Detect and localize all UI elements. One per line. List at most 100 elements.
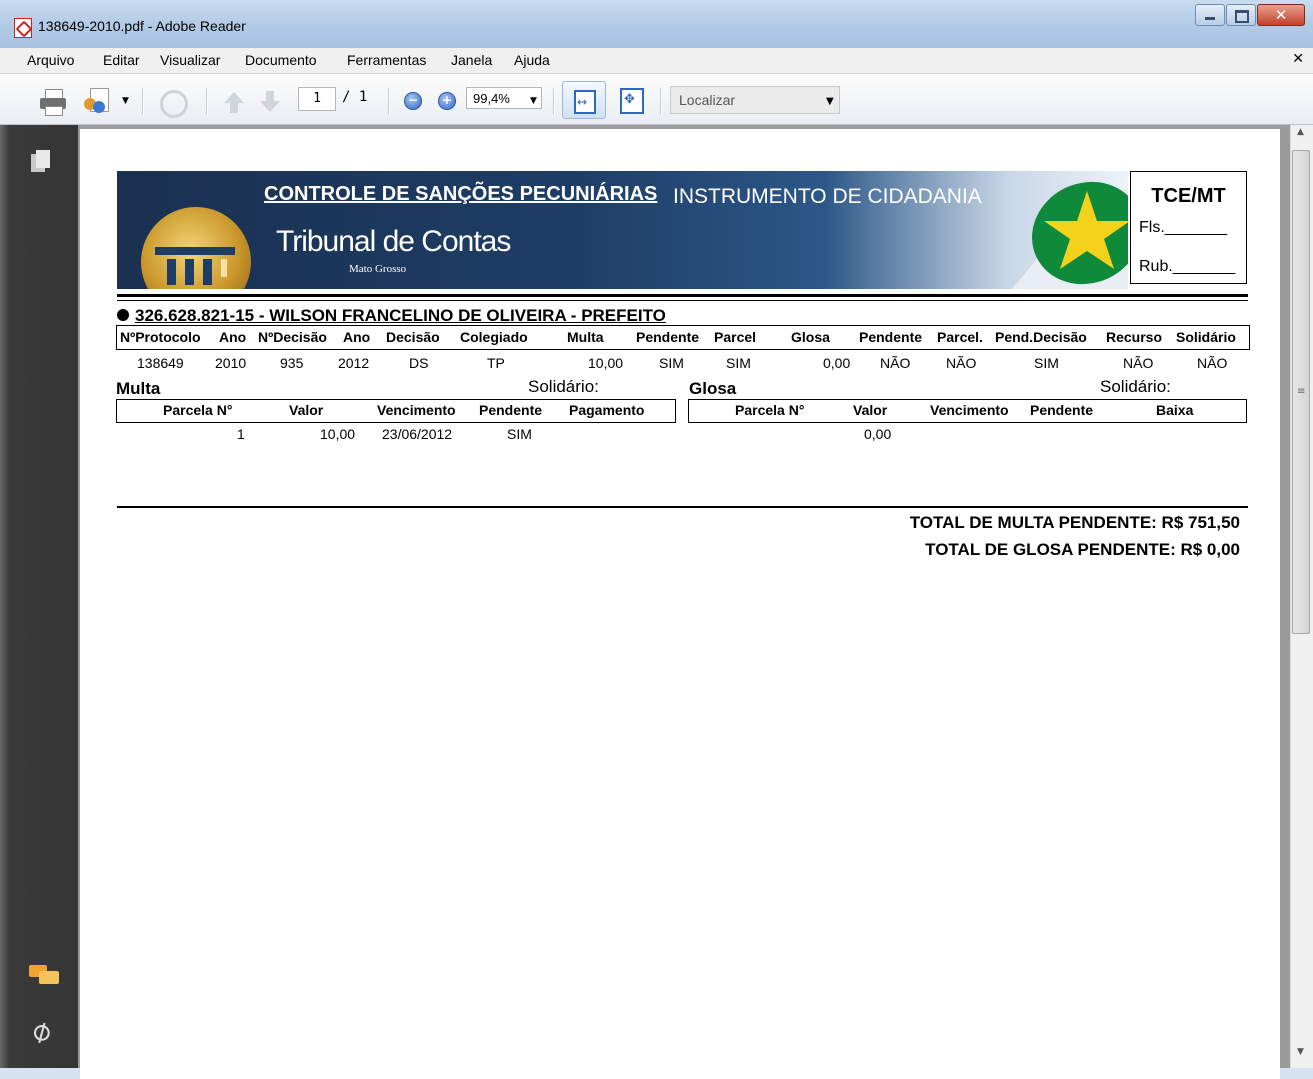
tce-stamp: TCE/MT Fls._______ Rub._______ — [1130, 171, 1247, 284]
find-input[interactable]: Localizar — [670, 86, 840, 114]
glosa-col-header: Baixa — [1156, 402, 1194, 418]
col-header: Decisão — [386, 329, 440, 345]
col-header: NºProtocolo — [120, 329, 201, 345]
col-header: Pendente — [636, 329, 700, 345]
col-header: Glosa — [791, 329, 830, 345]
col-header: Colegiado — [460, 329, 528, 345]
menu-janela[interactable]: Janela — [451, 52, 492, 68]
col-header: NºDecisão — [258, 329, 327, 345]
multa-col-header: Pendente — [479, 402, 543, 418]
comment-disabled-icon — [156, 88, 188, 118]
multa-col-header: Valor — [289, 402, 324, 418]
comments-icon[interactable] — [29, 963, 61, 989]
tribunal-logo — [141, 207, 251, 289]
multa-col-header: Pagamento — [569, 402, 645, 418]
cell: 0,00 — [823, 355, 851, 371]
menu-documento[interactable]: Documento — [245, 52, 317, 68]
cell: 2012 — [338, 355, 370, 371]
multa-label: Multa — [116, 379, 161, 398]
glosa-solidario: Solidário: — [1100, 377, 1171, 396]
multa-solidario: Solidário: — [528, 377, 599, 396]
cell: 10,00 — [588, 355, 624, 371]
menu-arquivo[interactable]: Arquivo — [27, 52, 74, 68]
menu-visualizar[interactable]: Visualizar — [160, 52, 220, 68]
banner-heading: CONTROLE DE SANÇÕES PECUNIÁRIAS — [264, 183, 658, 205]
page-number-input[interactable]: 1 — [298, 87, 336, 111]
window-controls: ✕ — [1194, 4, 1305, 26]
print-icon[interactable] — [38, 89, 68, 116]
page-total: / 1 — [342, 89, 368, 105]
col-header: Pend.Decisão — [995, 329, 1087, 345]
close-icon: ✕ — [1274, 6, 1288, 24]
banner-subheading: INSTRUMENTO DE CIDADANIA — [673, 185, 982, 208]
col-header: Parcel. — [937, 329, 983, 345]
next-page-icon[interactable] — [258, 90, 282, 114]
share-dropdown-icon[interactable]: ▼ — [122, 96, 129, 106]
scroll-down-icon[interactable]: ▼ — [1297, 1047, 1304, 1057]
share-icon[interactable] — [84, 88, 110, 114]
glosa-col-header: Valor — [853, 402, 888, 418]
cell: TP — [487, 355, 505, 371]
scrollbar-grip-icon: ≡ — [1297, 386, 1306, 397]
scroll-up-icon[interactable]: ▲ — [1297, 127, 1304, 137]
header-banner: CONTROLE DE SANÇÕES PECUNIÁRIAS INSTRUME… — [117, 171, 1128, 289]
previous-page-icon[interactable] — [222, 90, 246, 114]
cell: SIM — [726, 355, 751, 371]
window-titlebar[interactable]: 138649-2010.pdf - Adobe Reader ✕ — [0, 0, 1313, 49]
pdf-icon — [14, 18, 32, 38]
glosa-col-header: Vencimento — [930, 402, 1009, 418]
menu-bar: Arquivo Editar Visualizar Documento Ferr… — [0, 48, 1313, 74]
zoom-out-icon[interactable]: − — [404, 92, 422, 110]
total-multa: TOTAL DE MULTA PENDENTE: R$ 751,50 — [909, 513, 1240, 532]
record-heading: 326.628.821-15 - WILSON FRANCELINO DE OL… — [117, 306, 666, 326]
cell: NÃO — [1197, 355, 1228, 371]
find-dropdown-icon[interactable]: ▼ — [826, 96, 834, 107]
cell: 935 — [280, 355, 304, 371]
col-header: Ano — [219, 329, 247, 345]
navigation-panel — [0, 125, 78, 1068]
menu-ferramentas[interactable]: Ferramentas — [347, 52, 426, 68]
col-header: Solidário — [1176, 329, 1236, 345]
maximize-icon — [1235, 10, 1249, 23]
glosa-col-header: Parcela N° — [735, 402, 805, 418]
col-header: Multa — [567, 329, 604, 345]
mato-grosso-flag — [1012, 181, 1128, 289]
window-title: 138649-2010.pdf - Adobe Reader — [38, 18, 246, 34]
multa-cell: SIM — [507, 426, 532, 442]
pages-icon[interactable] — [31, 150, 51, 172]
banner-org-name: Tribunal de Contas — [276, 225, 511, 258]
cell: NÃO — [880, 355, 911, 371]
fit-width-icon — [574, 90, 596, 114]
toolbar: ▼ — [0, 74, 1313, 125]
maximize-button[interactable] — [1226, 4, 1256, 26]
close-document-icon[interactable]: ✕ — [1292, 51, 1304, 67]
zoom-dropdown-icon[interactable]: ▼ — [530, 96, 537, 106]
stamp-title: TCE/MT — [1151, 185, 1226, 207]
cell: 138649 — [137, 355, 184, 371]
banner-state: Mato Grosso — [349, 263, 407, 275]
glosa-label: Glosa — [689, 379, 737, 398]
fit-width-button[interactable] — [562, 81, 606, 119]
multa-col-header: Vencimento — [377, 402, 456, 418]
col-header: Ano — [343, 329, 371, 345]
multa-cell: 1 — [237, 426, 245, 442]
close-button[interactable]: ✕ — [1257, 4, 1305, 26]
cell: 2010 — [215, 355, 247, 371]
multa-cell: 23/06/2012 — [382, 426, 453, 442]
col-header: Parcel — [714, 329, 757, 345]
fit-page-icon[interactable] — [620, 88, 644, 114]
menu-editar[interactable]: Editar — [103, 52, 140, 68]
stamp-rub: Rub._______ — [1139, 258, 1236, 275]
cell: SIM — [1034, 355, 1059, 371]
divider — [117, 300, 1248, 301]
multa-col-header: Parcela N° — [163, 402, 233, 418]
menu-ajuda[interactable]: Ajuda — [514, 52, 550, 68]
minimize-button[interactable] — [1195, 4, 1225, 26]
total-glosa: TOTAL DE GLOSA PENDENTE: R$ 0,00 — [925, 540, 1240, 559]
glosa-col-header: Pendente — [1030, 402, 1094, 418]
divider — [117, 506, 1248, 508]
cell: NÃO — [1123, 355, 1154, 371]
zoom-in-icon[interactable]: + — [438, 92, 456, 110]
col-header: Recurso — [1106, 329, 1163, 345]
multa-cell: 10,00 — [320, 426, 356, 442]
